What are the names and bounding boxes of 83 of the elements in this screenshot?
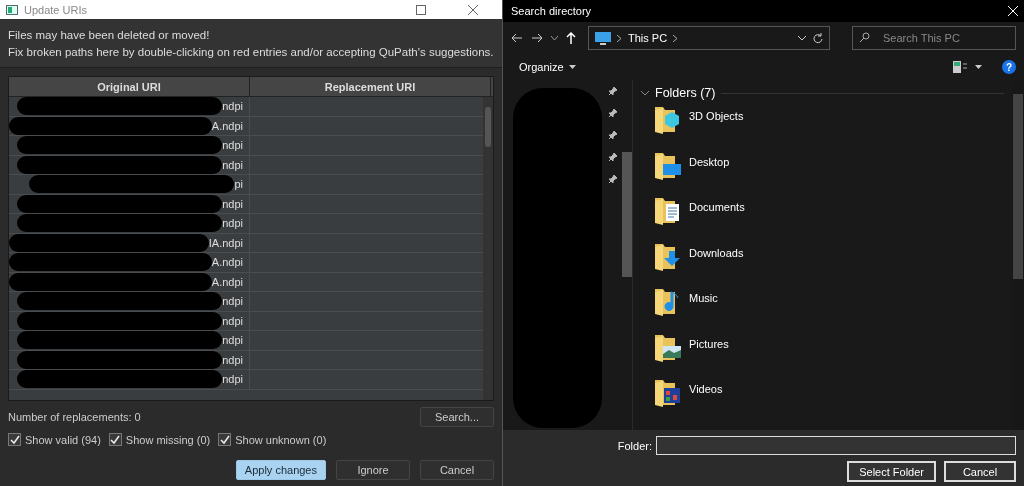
pin-icon[interactable] xyxy=(608,152,618,162)
checkmark-icon xyxy=(9,434,20,445)
uri-text: ndpi xyxy=(222,373,243,386)
view-options-icon[interactable] xyxy=(953,61,967,73)
checkbox-label: Show valid (94) xyxy=(25,433,101,446)
table-cell[interactable]: ndpi xyxy=(9,292,250,311)
window-title: Search directory xyxy=(511,5,592,17)
folder-item[interactable]: Desktop xyxy=(641,149,1004,195)
group-header: Folders (7) xyxy=(655,86,716,100)
folder-item[interactable]: Videos xyxy=(641,377,1004,423)
pin-icon[interactable] xyxy=(608,174,618,184)
uri-text: ndpi xyxy=(222,334,243,347)
checkbox[interactable] xyxy=(108,433,122,446)
back-arrow-icon[interactable] xyxy=(511,33,523,43)
uri-text: A.ndpi xyxy=(211,256,243,269)
table-cell[interactable]: ndpi xyxy=(9,331,250,350)
folder-item[interactable]: Documents xyxy=(641,195,1004,241)
forward-arrow-icon[interactable] xyxy=(531,33,543,43)
pin-icon[interactable] xyxy=(608,86,618,96)
table-cell[interactable]: A.ndpi xyxy=(9,253,250,272)
folder-item[interactable]: 3D Objects xyxy=(641,104,1004,150)
help-icon[interactable]: ? xyxy=(1002,60,1016,74)
uri-text: ndpi xyxy=(222,139,243,152)
caret-icon[interactable] xyxy=(975,65,982,69)
search-button[interactable]: Search... xyxy=(420,407,494,427)
checkbox-label: Show missing (0) xyxy=(125,433,211,446)
table-cell[interactable]: pi xyxy=(9,175,250,194)
folder-input[interactable] xyxy=(656,436,1016,455)
column-header[interactable]: Replacement URI xyxy=(250,77,491,96)
uri-text: pi xyxy=(234,178,243,191)
folder-item[interactable]: Downloads xyxy=(641,240,1004,286)
scrollbar[interactable] xyxy=(483,97,493,400)
dialog-button[interactable]: Cancel xyxy=(944,461,1016,482)
uri-text: ndpi xyxy=(222,217,243,230)
uri-text: A.ndpi xyxy=(211,275,243,288)
checkmark-icon xyxy=(110,434,121,445)
organize-button[interactable]: Organize xyxy=(515,59,580,75)
uri-text: A.ndpi xyxy=(211,119,243,132)
chevron-icon xyxy=(673,34,679,42)
column-header[interactable]: Original URI xyxy=(9,77,250,96)
dropdown-icon[interactable] xyxy=(798,35,806,41)
folder-label: Folder: xyxy=(617,439,652,452)
dialog-button[interactable]: Cancel xyxy=(420,460,494,480)
pin-icon[interactable] xyxy=(608,108,618,118)
uri-text: ndpi xyxy=(222,314,243,327)
dialog-button[interactable]: Ignore xyxy=(336,460,410,480)
message-text: Files may have been deleted or moved! xyxy=(8,28,211,43)
uri-text: ndpi xyxy=(222,158,243,171)
app-icon xyxy=(6,4,18,15)
checkbox[interactable] xyxy=(8,433,21,446)
dialog-button[interactable]: Apply changes xyxy=(235,460,326,480)
computer-icon xyxy=(595,31,611,45)
checkmark-icon xyxy=(219,434,230,445)
refresh-icon[interactable] xyxy=(812,32,823,44)
table-cell[interactable]: ndpi xyxy=(9,214,250,233)
table-cell[interactable]: ndpi xyxy=(9,370,250,389)
checkbox[interactable] xyxy=(218,433,232,446)
uri-text: ndpi xyxy=(222,100,243,113)
caret-icon xyxy=(568,65,576,69)
caret-icon[interactable] xyxy=(551,35,558,41)
search-icon xyxy=(860,32,870,42)
checkbox-label: Show unknown (0) xyxy=(235,433,327,446)
message-text: Fix broken paths here by double-clicking on red entries and/or accepting QuPath's suggestions. xyxy=(8,45,494,60)
uri-text: IA.ndpi xyxy=(208,236,243,249)
chevron-icon xyxy=(617,34,622,42)
dialog-button[interactable]: Select Folder xyxy=(847,461,936,482)
table-cell[interactable]: ndpi xyxy=(9,97,250,116)
folder-item[interactable]: Music xyxy=(641,286,1004,332)
search-field[interactable]: Search This PC xyxy=(852,26,1016,50)
uri-text: ndpi xyxy=(222,295,243,308)
pin-icon[interactable] xyxy=(608,130,618,140)
table-cell[interactable]: ndpi xyxy=(9,136,250,155)
uri-text: ndpi xyxy=(222,197,243,210)
maximize-icon[interactable] xyxy=(416,4,426,15)
folder-item[interactable]: Pictures xyxy=(641,331,1004,377)
uri-text: ndpi xyxy=(222,353,243,366)
folder-icon xyxy=(653,377,683,409)
address-text: This PC xyxy=(628,32,668,44)
window-title: Update URIs xyxy=(24,3,88,16)
replacements-count: Number of replacements: 0 xyxy=(8,411,141,423)
up-arrow-icon[interactable] xyxy=(566,32,576,44)
address-bar[interactable]: This PC xyxy=(588,26,830,50)
collapse-icon[interactable] xyxy=(641,90,649,96)
